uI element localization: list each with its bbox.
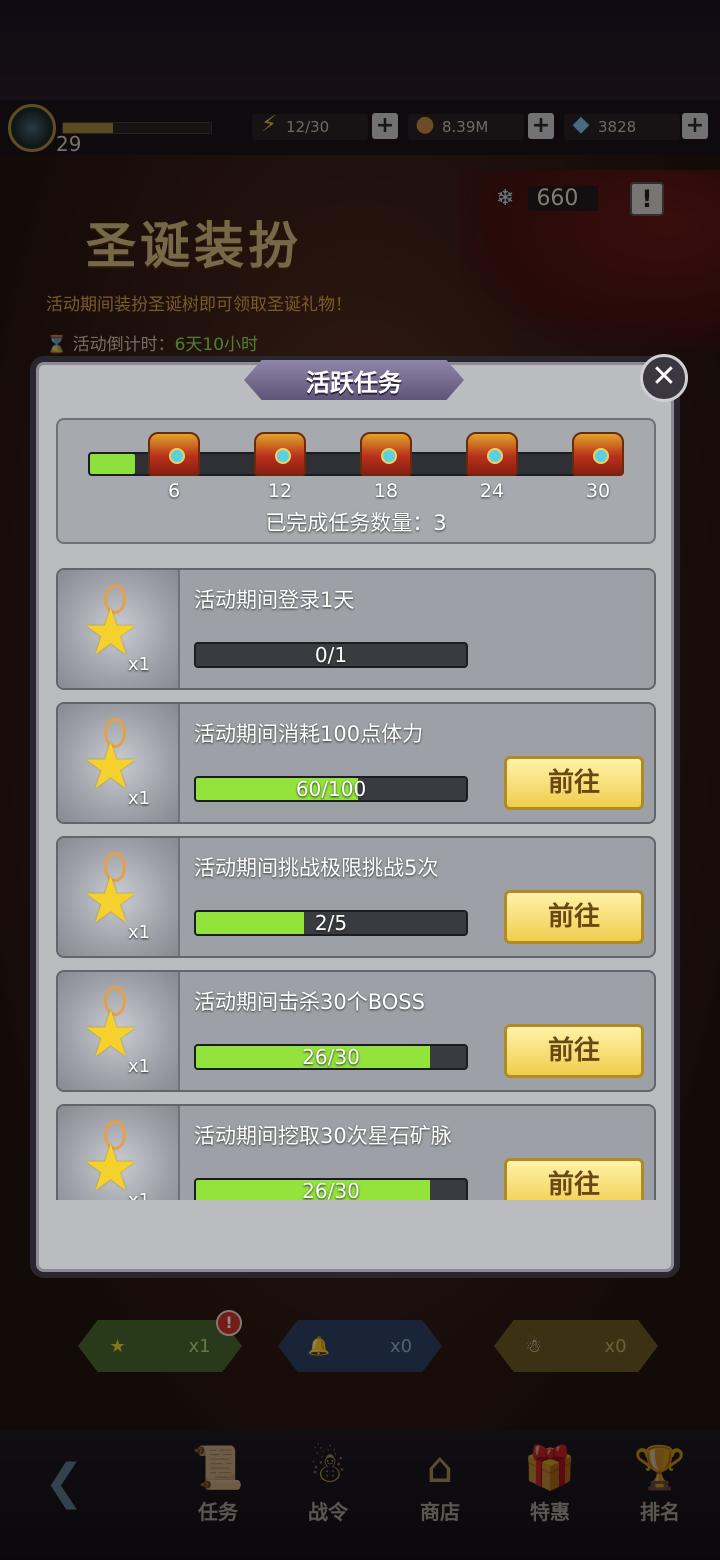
task-progress-bar: 26/30: [194, 1178, 468, 1200]
task-reward-qty: x1: [128, 654, 151, 675]
task-reward-icon-box: ★ x1: [58, 704, 180, 822]
task-progress-text: 2/5: [314, 911, 348, 935]
task-reward-qty: x1: [128, 922, 151, 943]
go-button[interactable]: 前往: [504, 1024, 644, 1078]
task-name: 活动期间挑战极限挑战5次: [194, 856, 439, 880]
task-reward-qty: x1: [128, 1056, 151, 1077]
task-reward-icon-box: ★ x1: [58, 570, 180, 688]
task-reward-icon-box: ★ x1: [58, 972, 180, 1090]
modal-header: 活跃任务: [244, 360, 464, 400]
milestone-chest-12[interactable]: [254, 432, 306, 476]
task-progress-bar: 0/1: [194, 642, 468, 668]
task-name: 活动期间击杀30个BOSS: [194, 990, 425, 1014]
task-reward-qty: x1: [128, 788, 151, 809]
milestone-label: 30: [585, 480, 611, 502]
task-reward-qty: x1: [128, 1190, 150, 1200]
go-button[interactable]: 前往: [504, 756, 644, 810]
milestone-progress-fill: [90, 454, 135, 474]
task-reward-icon-box: ★ x1: [58, 1106, 180, 1200]
task-name: 活动期间登录1天: [194, 588, 355, 612]
milestone-chest-24[interactable]: [466, 432, 518, 476]
task-reward-icon-box: ★ x1: [58, 838, 180, 956]
task-progress-bar: 26/30: [194, 1044, 468, 1070]
milestone-label: 6: [167, 480, 181, 502]
task-progress-text: 0/1: [314, 643, 348, 667]
milestone-chest-30[interactable]: [572, 432, 624, 476]
task-progress-text: 26/30: [302, 1045, 360, 1069]
completed-count-text: 已完成任务数量：3: [265, 511, 447, 535]
milestone-label: 18: [373, 480, 399, 502]
milestone-chest-18[interactable]: [360, 432, 412, 476]
milestone-chest-6[interactable]: [148, 432, 200, 476]
task-row: ★ x1 活动期间登录1天 0/1: [56, 568, 656, 690]
task-row: ★ x1 活动期间挖取30次星石矿脉 26/30 前往: [56, 1104, 656, 1200]
task-name: 活动期间挖取30次星石矿脉: [194, 1124, 452, 1148]
task-row: ★ x1 活动期间击杀30个BOSS 26/30 前往: [56, 970, 656, 1092]
task-name: 活动期间消耗100点体力: [194, 722, 424, 746]
go-button[interactable]: 前往: [504, 1158, 644, 1200]
milestone-label: 24: [479, 480, 505, 502]
go-button[interactable]: 前往: [504, 890, 644, 944]
task-progress-bar: 60/100: [194, 776, 468, 802]
milestone-label: 12: [267, 480, 293, 502]
task-progress-bar: 2/5: [194, 910, 468, 936]
task-row: ★ x1 活动期间消耗100点体力 60/100 前往: [56, 702, 656, 824]
task-progress-text: 60/100: [295, 777, 367, 801]
task-row: ★ x1 活动期间挑战极限挑战5次 2/5 前往: [56, 836, 656, 958]
modal-title: 活跃任务: [306, 368, 402, 397]
task-list[interactable]: ★ x1 活动期间登录1天 0/1 ★ x1 活动期间消耗100点体力 60/1…: [56, 568, 656, 1200]
close-button[interactable]: ✕: [640, 354, 688, 402]
task-progress-text: 26/30: [302, 1179, 360, 1200]
